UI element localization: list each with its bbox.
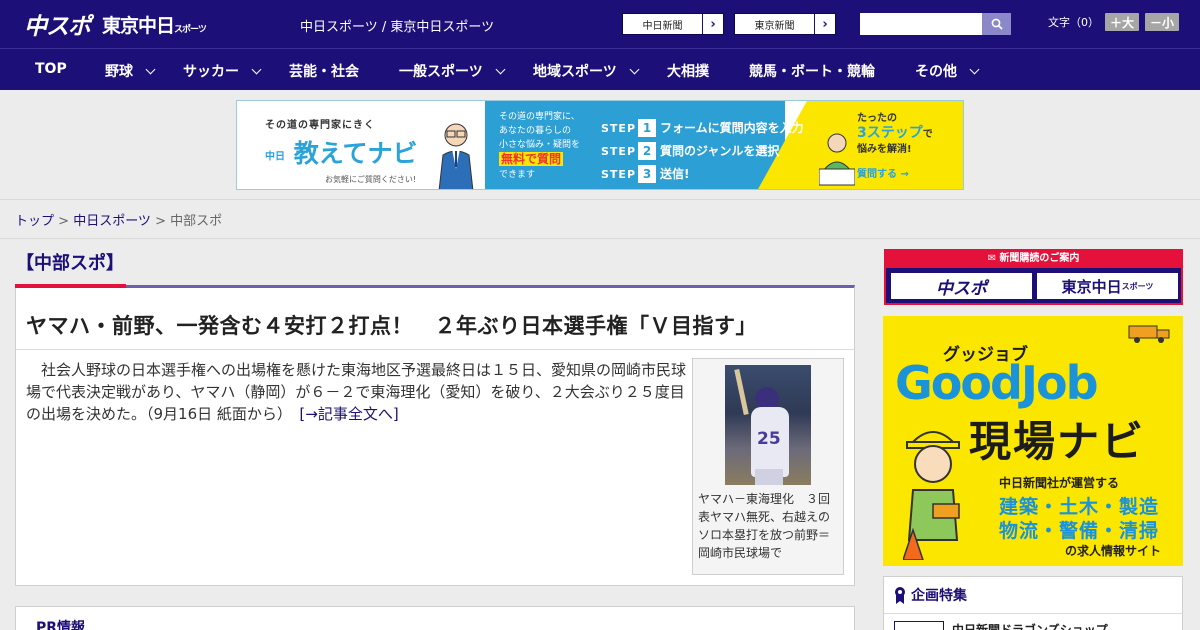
photo-caption: ヤマハ－東海理化 ３回表ヤマハ無死、右越えのソロ本塁打を放つ前野＝岡崎市民球場で [698, 492, 831, 560]
feature-item-link[interactable]: 中日新聞ドラゴンズショップ [952, 621, 1108, 630]
pr-title: PR情報 [36, 620, 86, 630]
worker-illustration [903, 431, 960, 560]
font-size-control: 文字（0） ＋大 －小 [1048, 13, 1180, 31]
goodjob-ad[interactable]: グッジョブ GoodJob 現場ナビ 中日新聞社が運営する 建築・土木・製造 物… [883, 316, 1183, 566]
pr-box: PR情報 [15, 606, 855, 630]
chunichi-shimbun-button[interactable]: 中日新聞 › [622, 13, 724, 35]
article-headline[interactable]: ヤマハ・前野、一発含む４安打２打点！ ２年ぶり日本選手権「Ｖ目指す」 [26, 310, 757, 340]
subscription-box: ✉ 新聞購読のご案内 中スポ 東京中日 スポーツ [884, 249, 1183, 305]
ad-steps: STEP 1 フォームに質問内容を入力 STEP 2 質問のジャンルを選択 STEP 3 送… [601, 119, 804, 183]
article-body: 社会人野球の日本選手権への出場権を懸けた東海地区予選最終日は１５日、愛知県の岡崎… [26, 361, 687, 423]
ad-blue-text: その道の専門家に、 あなたの暮らしの 小さな悩み・疑問を 無料で質問 できます [499, 112, 581, 180]
ad-area: その道の専門家にきく 中日 教えてナビ お気軽にご質問ください! その道の専門家… [0, 90, 1200, 200]
nav-sumo[interactable]: 大相撲 [667, 61, 709, 81]
breadcrumb-current: 中部スポ [170, 214, 223, 229]
breadcrumb: トップ > 中日スポーツ > 中部スポ [15, 214, 223, 229]
nav-racing[interactable]: 競馬・ボート・競輪 [749, 61, 875, 81]
nav-baseball[interactable]: 野球 [105, 61, 156, 81]
nav-general-sports[interactable]: 一般スポーツ [399, 61, 506, 81]
nav-soccer[interactable]: サッカー [183, 61, 262, 81]
nav-entertainment[interactable]: 芸能・社会 [289, 61, 359, 81]
breadcrumb-section[interactable]: 中日スポーツ [73, 214, 151, 229]
ad-yellow-text: たったの 3ステップで 悩みを解消! [857, 113, 933, 155]
search-input[interactable] [860, 13, 982, 35]
feature-thumbnail[interactable] [894, 621, 944, 630]
chevron-right-icon: › [710, 16, 716, 32]
logo-tokyo-chunichi[interactable]: 東京中日スポーツ [102, 11, 207, 38]
goodjob-subtitle: 現場ナビ [969, 417, 1146, 466]
goodjob-categories-2: 物流・警備・清掃 [999, 520, 1160, 542]
top-header: 中スポ 東京中日スポーツ 中日スポーツ / 東京中日スポーツ 中日新聞 › 東京… [0, 0, 1200, 48]
laptop-user-illustration [819, 133, 855, 186]
ad-tagline: その道の専門家にきく [265, 120, 375, 131]
read-more-link[interactable]: [→記事全文へ] [299, 405, 398, 423]
article-card: ヤマハ・前野、一発含む４安打２打点！ ２年ぶり日本選手権「Ｖ目指す」 社会人野球… [15, 285, 855, 586]
site-search [860, 13, 1011, 35]
goodjob-title: GoodJob [895, 356, 1099, 410]
truck-icon [1128, 325, 1170, 343]
goodjob-tagline: 中日新聞社が運営する [999, 476, 1120, 490]
chevron-down-icon [251, 64, 262, 74]
search-button[interactable] [982, 13, 1011, 35]
goodjob-categories-1: 建築・土木・製造 [999, 496, 1160, 518]
font-larger-button[interactable]: ＋大 [1105, 13, 1140, 31]
nav-local-sports[interactable]: 地域スポーツ [533, 61, 640, 81]
font-smaller-button[interactable]: －小 [1145, 13, 1180, 31]
breadcrumb-top[interactable]: トップ [15, 214, 54, 229]
chevron-down-icon [495, 64, 506, 74]
section-title: 【中部スポ】 [16, 253, 124, 274]
ad-brand: 中日 教えてナビ [265, 139, 418, 168]
logo-chuspo[interactable]: 中スポ [24, 7, 91, 41]
subscribe-tokyo-chunichi-button[interactable]: 東京中日 スポーツ [1036, 272, 1179, 300]
article-photo[interactable]: 25 [725, 365, 811, 485]
site-name-link[interactable]: 中日スポーツ / 東京中日スポーツ [300, 16, 494, 35]
site-logo[interactable]: 中スポ 東京中日スポーツ [24, 7, 207, 41]
consultant-illustration [438, 123, 474, 189]
ad-ask-button[interactable]: 質問する → [857, 165, 909, 180]
feature-heading: 企画特集 [894, 585, 967, 605]
chevron-right-icon: › [822, 16, 828, 32]
main-nav: TOP 野球 サッカー 芸能・社会 一般スポーツ 地域スポーツ 大相撲 競馬・ボ… [0, 48, 1200, 90]
oshiete-navi-banner[interactable]: その道の専門家にきく 中日 教えてナビ お気軽にご質問ください! その道の専門家… [236, 100, 964, 190]
font-size-label: 文字（0） [1048, 16, 1099, 29]
chevron-down-icon [969, 64, 980, 74]
chevron-down-icon [145, 64, 156, 74]
goodjob-footer: の求人情報サイト [1065, 544, 1162, 558]
nav-other[interactable]: その他 [915, 61, 980, 81]
search-icon [991, 18, 1003, 30]
tokyo-shimbun-button[interactable]: 東京新聞 › [734, 13, 836, 35]
article-photo-box: 25 ヤマハ－東海理化 ３回表ヤマハ無死、右越えのソロ本塁打を放つ前野＝岡崎市民… [692, 358, 844, 575]
ad-note: お気軽にご質問ください! [325, 175, 417, 184]
subscribe-chuspo-button[interactable]: 中スポ [890, 272, 1033, 300]
nav-top[interactable]: TOP [35, 61, 67, 77]
feature-box: 企画特集 中日新聞ドラゴンズショップ [883, 576, 1183, 630]
subscription-heading: ✉ 新聞購読のご案内 [886, 249, 1181, 268]
chevron-down-icon [629, 64, 640, 74]
ribbon-icon [895, 587, 905, 604]
